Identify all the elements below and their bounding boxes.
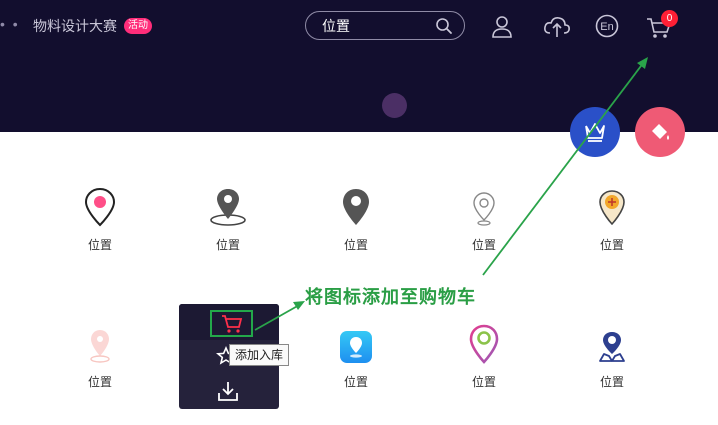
add-to-library-tooltip: 添加入库 [229, 344, 290, 366]
icon-card[interactable]: 位置 [70, 183, 130, 253]
add-to-cart-button[interactable] [210, 310, 253, 337]
search-box[interactable] [305, 11, 465, 40]
icon-label: 位置 [215, 238, 240, 252]
icon-card[interactable]: 位置 [326, 320, 386, 390]
icon-card[interactable]: 位置 [70, 320, 130, 390]
icon-label: 位置 [87, 238, 112, 252]
pin-solid-gray-icon [326, 183, 386, 227]
user-icon[interactable] [490, 14, 514, 43]
icon-label: 位置 [599, 238, 624, 252]
paint-bucket-icon [652, 124, 669, 140]
event-badge: 活动 [124, 18, 152, 34]
svg-text:En: En [600, 21, 613, 33]
icon-card[interactable]: 位置 [582, 320, 642, 390]
decorative-dot [382, 93, 407, 118]
cart-icon [222, 315, 243, 333]
search-icon[interactable] [435, 17, 453, 40]
annotation-text: 将图标添加至购物车 [305, 287, 476, 307]
app-pin-icon [326, 320, 386, 364]
icon-card[interactable]: 位置 [454, 183, 514, 253]
icon-label: 位置 [87, 375, 112, 389]
cloud-upload-icon[interactable] [543, 14, 571, 43]
language-en-icon[interactable]: En [595, 14, 619, 43]
icon-card[interactable]: 位置 [198, 183, 258, 253]
download-icon[interactable] [217, 380, 239, 407]
crown-icon [585, 123, 605, 142]
pin-pink-icon [70, 183, 130, 227]
pin-plus-icon [582, 183, 642, 227]
paint-bucket-button[interactable] [635, 107, 685, 157]
event-title-link[interactable]: 物料设计大赛 [33, 16, 117, 36]
icon-card[interactable]: 位置 [582, 183, 642, 253]
cart-count-badge: 0 [661, 10, 678, 27]
icon-label: 位置 [471, 238, 496, 252]
icon-card[interactable]: 位置 [326, 183, 386, 253]
pin-faded-icon [70, 320, 130, 364]
pin-gradient-icon [454, 320, 514, 364]
icon-label: 位置 [599, 375, 624, 389]
pin-outline-icon [454, 183, 514, 227]
pin-person-icon [582, 320, 642, 364]
icon-label: 位置 [471, 375, 496, 389]
pin-ground-icon [198, 183, 258, 227]
search-input[interactable] [322, 16, 432, 36]
icon-card[interactable]: 位置 [454, 320, 514, 390]
icon-label: 位置 [343, 375, 368, 389]
icon-label: 位置 [343, 238, 368, 252]
vip-crown-button[interactable] [570, 107, 620, 157]
menu-dots[interactable]: • • [0, 16, 20, 32]
